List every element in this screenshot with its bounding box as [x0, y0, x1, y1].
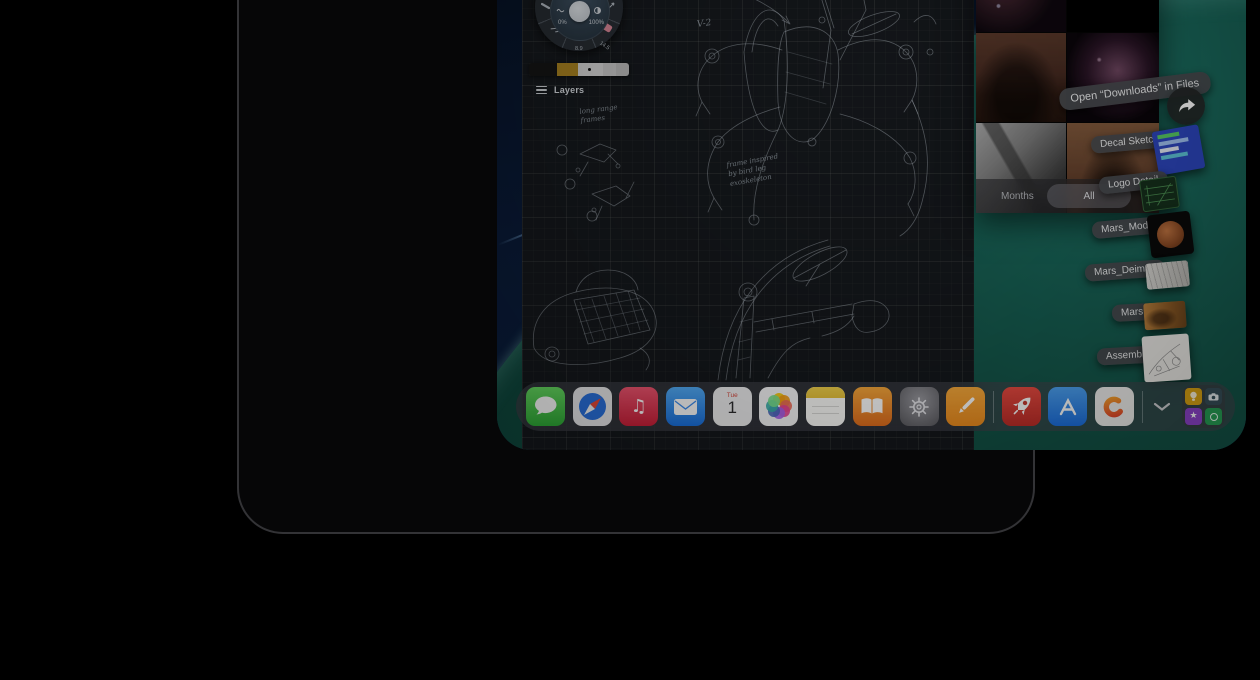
drag-thumb-mars-deimos[interactable]	[1145, 260, 1190, 290]
dock-icon-pages[interactable]	[946, 387, 985, 426]
mini-app-camera	[1205, 388, 1222, 405]
timer-ring-icon	[1210, 413, 1218, 421]
appstore-a-icon	[1057, 398, 1079, 416]
dock-icon-calendar[interactable]: Tue 1	[713, 387, 752, 426]
drag-thumb-decal-sketches[interactable]	[1152, 124, 1206, 175]
gear-icon	[907, 395, 931, 419]
dock-icon-messages[interactable]	[526, 387, 565, 426]
ipad-screen: connect to solar comms + satellite V-2 l…	[497, 0, 1246, 450]
dock-app-cluster[interactable]: ★	[1182, 385, 1225, 428]
music-note-icon: ♫	[631, 396, 647, 417]
drag-thumb-mars-surface[interactable]	[1143, 301, 1187, 331]
chevron-down-icon	[1153, 402, 1171, 411]
mini-app-tips	[1185, 388, 1202, 405]
drag-thumb-logo-detail[interactable]	[1139, 176, 1180, 213]
dock-divider	[993, 391, 994, 423]
lightbulb-icon	[1189, 391, 1198, 402]
mini-app-star: ★	[1185, 408, 1202, 425]
rocket-icon	[1002, 387, 1041, 426]
drag-thumb-mars-model[interactable]	[1147, 211, 1195, 259]
dock-icon-rocket[interactable]	[1002, 387, 1041, 426]
dock-icon-safari[interactable]	[573, 387, 612, 426]
calendar-day: 1	[728, 399, 737, 416]
dock-icon-concepts[interactable]	[1095, 387, 1134, 426]
dock-chevron-button[interactable]	[1150, 402, 1174, 411]
dock-icon-mail[interactable]	[666, 387, 705, 426]
ipad-device: connect to solar comms + satellite V-2 l…	[237, 0, 1035, 534]
compass-icon	[573, 387, 612, 426]
dock: ♫ Tue 1	[516, 382, 1235, 431]
notes-header	[806, 387, 845, 398]
share-forward-button[interactable]	[1167, 87, 1205, 125]
camera-icon	[1208, 393, 1219, 401]
dock-icon-photos[interactable]	[759, 387, 798, 426]
dock-icon-notes[interactable]	[806, 387, 845, 426]
concepts-c-icon	[1099, 392, 1129, 422]
dock-icon-app-store[interactable]	[1048, 387, 1087, 426]
forward-arrow-icon	[1177, 98, 1196, 114]
photos-flower-icon	[759, 387, 798, 426]
envelope-icon	[673, 398, 698, 416]
dock-icon-music[interactable]: ♫	[619, 387, 658, 426]
mini-app-timer	[1205, 408, 1222, 425]
dock-divider	[1142, 391, 1143, 423]
open-book-icon	[860, 397, 884, 416]
speech-bubble-icon	[526, 387, 565, 426]
star-icon: ★	[1189, 412, 1197, 421]
dock-icon-books[interactable]	[853, 387, 892, 426]
pen-icon	[946, 387, 985, 426]
dock-icon-settings[interactable]	[900, 387, 939, 426]
drag-thumb-assembly[interactable]	[1141, 333, 1191, 382]
